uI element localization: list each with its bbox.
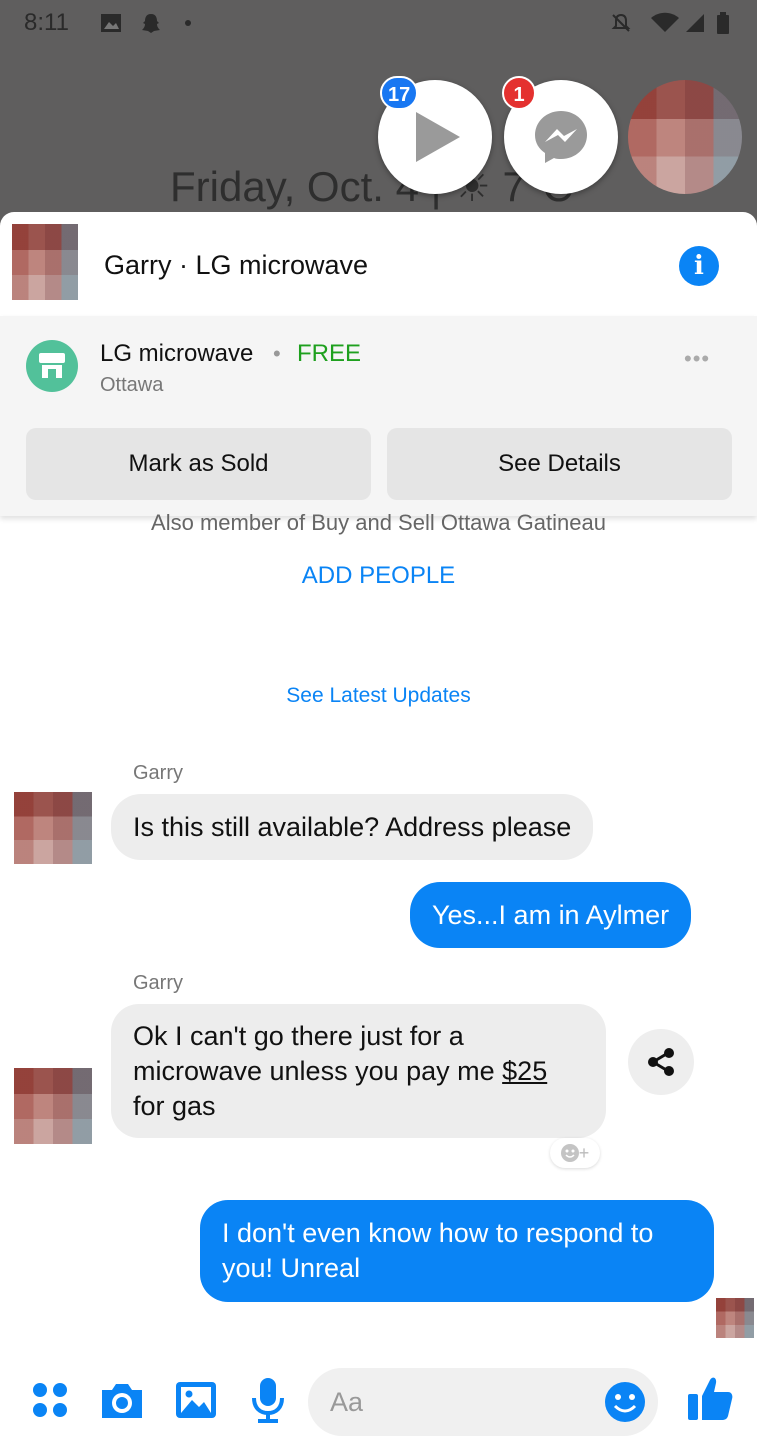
info-button[interactable]: i	[679, 246, 719, 286]
play-icon	[416, 112, 460, 162]
unread-count-badge: 17	[380, 76, 419, 110]
conversation-title: Garry · LG microwave	[104, 250, 369, 280]
gallery-notification-icon	[101, 14, 121, 32]
emoji-icon[interactable]	[604, 1381, 646, 1423]
info-icon: i	[694, 251, 704, 281]
share-button[interactable]	[628, 1029, 694, 1095]
message-line: for gas	[133, 1091, 216, 1121]
outgoing-message[interactable]: I don't even know how to respond to you!…	[200, 1200, 714, 1302]
sender-name: Garry	[133, 762, 183, 784]
mark-as-sold-button[interactable]: Mark as Sold	[26, 428, 371, 500]
sender-name: Garry	[133, 972, 183, 994]
seen-by-avatar	[716, 1298, 754, 1338]
signal-icon	[686, 14, 704, 32]
video-chat-head[interactable]: 17	[378, 76, 492, 194]
price-link[interactable]: $25	[502, 1056, 547, 1086]
garry-avatar[interactable]	[14, 1068, 92, 1144]
message-line: I don't even know how to respond to	[222, 1218, 654, 1248]
message-input-placeholder: Aa	[330, 1387, 364, 1417]
listing-separator: •	[273, 341, 281, 366]
see-latest-updates-link[interactable]: See Latest Updates	[0, 684, 757, 708]
share-icon	[648, 1048, 674, 1076]
contact-chat-head-avatar[interactable]	[628, 80, 742, 194]
listing-location: Ottawa	[100, 374, 164, 396]
notification-dot-icon	[185, 20, 191, 26]
incoming-message[interactable]: Ok I can't go there just for a microwave…	[111, 1004, 606, 1138]
wifi-icon	[651, 12, 679, 32]
conversation-panel: Garry · LG microwave i LG microwave • FR…	[0, 212, 757, 1448]
reaction-plus: +	[578, 1143, 590, 1163]
add-people-button[interactable]: ADD PEOPLE	[0, 562, 757, 590]
battery-icon	[717, 12, 729, 34]
message-line: you! Unreal	[222, 1253, 361, 1283]
outgoing-message[interactable]: Yes...I am in Aylmer	[410, 882, 692, 948]
message-line: Ok I can't go there just for a	[133, 1021, 464, 1051]
thumbs-up-icon[interactable]	[684, 1372, 736, 1424]
camera-icon[interactable]	[98, 1376, 146, 1424]
snapchat-notification-icon	[142, 14, 160, 33]
messenger-icon	[535, 111, 587, 163]
add-reaction-button[interactable]: +	[550, 1138, 600, 1168]
garry-avatar[interactable]	[12, 224, 78, 300]
group-member-text: Also member of Buy and Sell Ottawa Gatin…	[151, 510, 606, 535]
listing-title: LG microwave	[100, 340, 254, 367]
message-composer: Aa	[0, 1360, 757, 1448]
smiley-icon	[560, 1144, 579, 1162]
listing-price: FREE	[297, 340, 362, 367]
message-line: microwave unless you pay me $25	[133, 1054, 584, 1089]
see-details-button[interactable]: See Details	[387, 428, 732, 500]
gallery-icon[interactable]	[172, 1376, 220, 1424]
marketplace-listing-card: LG microwave • FREE Ottawa ••• Mark as S…	[0, 316, 757, 516]
lockscreen-date: Friday, Oct. 4 | ☀ 7°C	[170, 163, 573, 210]
mute-icon	[611, 13, 631, 32]
unread-count-badge: 1	[502, 76, 536, 110]
more-apps-icon[interactable]	[26, 1376, 74, 1424]
garry-avatar[interactable]	[14, 792, 92, 864]
conversation-header: Garry · LG microwave i	[0, 212, 757, 316]
message-input[interactable]: Aa	[308, 1368, 658, 1436]
incoming-message[interactable]: Is this still available? Address please	[111, 794, 594, 860]
marketplace-shop-icon	[26, 340, 78, 392]
messenger-chat-head[interactable]: 1	[502, 76, 618, 194]
message-text: microwave unless you pay me	[133, 1056, 503, 1086]
microphone-icon[interactable]	[244, 1376, 292, 1424]
more-options-button[interactable]: •••	[684, 346, 710, 372]
status-bar: 8:11	[0, 0, 757, 48]
status-time: 8:11	[24, 9, 69, 36]
